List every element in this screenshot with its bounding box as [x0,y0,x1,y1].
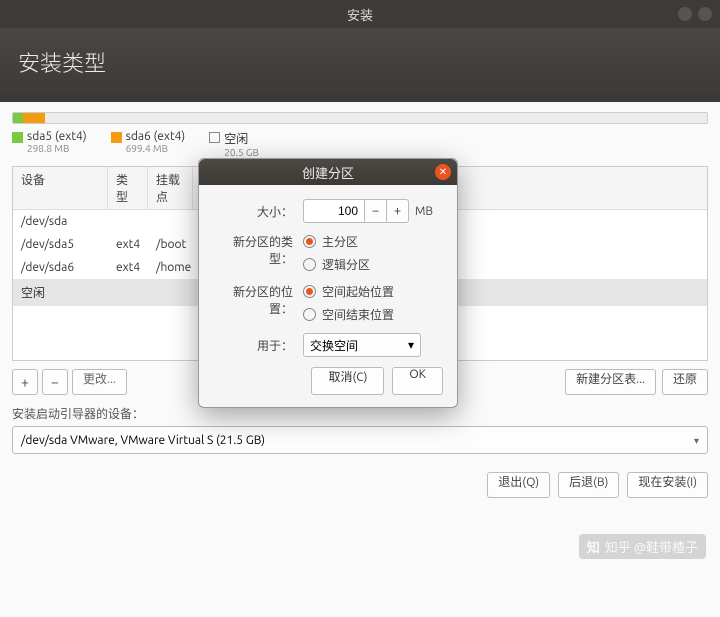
radio-label: 空间结束位置 [322,306,394,323]
chevron-down-icon [694,434,699,447]
form-row-size: 大小： − + MB [213,199,443,223]
form-row-type: 新分区的类型： 主分区 逻辑分区 [213,233,443,273]
cell-mount: /boot [148,236,193,253]
size-spinner: − + MB [303,199,433,223]
form-row-location: 新分区的位置： 空间起始位置 空间结束位置 [213,283,443,323]
revert-button[interactable]: 还原 [662,369,708,395]
size-label: 大小： [213,203,303,220]
cell-device: /dev/sda [13,213,108,230]
th-type[interactable]: 类型 [108,167,148,209]
legend-item-sda6: sda6 (ext4) 699.4 MB [111,130,186,158]
zhihu-logo-icon: 知 [587,537,600,556]
disk-usage-bar [12,112,708,124]
legend-size: 20.5 GB [224,147,259,158]
legend-color-icon [111,132,122,143]
radio-logical[interactable]: 逻辑分区 [303,256,370,273]
create-partition-dialog: 创建分区 ✕ 大小： − + MB 新分区的类型： 主分区 [198,158,458,408]
disk-legend: sda5 (ext4) 298.8 MB sda6 (ext4) 699.4 M… [12,130,708,158]
legend-checkbox-icon [209,132,220,143]
disk-segment-sda5 [13,113,23,123]
type-label: 新分区的类型： [213,233,303,267]
disk-segment-sda6 [23,113,45,123]
legend-item-sda5: sda5 (ext4) 298.8 MB [12,130,87,158]
size-unit: MB [415,205,433,218]
legend-item-free: 空闲 20.5 GB [209,130,259,158]
legend-size: 298.8 MB [27,143,87,154]
radio-loc-begin[interactable]: 空间起始位置 [303,283,394,300]
footer-buttons: 退出(Q) 后退(B) 现在安装(I) [12,472,708,498]
cell-type: ext4 [108,236,148,253]
window-title: 安装 [347,5,373,24]
th-device[interactable]: 设备 [13,167,108,209]
watermark-text: 知乎 @鞋带楂子 [605,537,698,556]
window-controls [678,7,712,21]
bootloader-value: /dev/sda VMware, VMware Virtual S (21.5 … [21,434,265,447]
radio-label: 逻辑分区 [322,256,370,273]
form-row-use: 用于： 交换空间 ▾ [213,333,443,357]
legend-label: 空闲 [224,130,259,147]
back-button[interactable]: 后退(B) [558,472,619,498]
size-decrement-button[interactable]: − [365,199,387,223]
th-mount[interactable]: 挂载点 [148,167,193,209]
close-icon: ✕ [439,166,447,178]
legend-size: 699.4 MB [126,143,186,154]
size-input[interactable] [303,199,365,223]
bootloader-select[interactable]: /dev/sda VMware, VMware Virtual S (21.5 … [12,426,708,454]
page-header: 安装类型 [0,28,720,102]
page-title: 安装类型 [18,46,702,78]
dialog-body: 大小： − + MB 新分区的类型： 主分区 逻辑分区 [199,185,457,407]
cell-type: ext4 [108,259,148,276]
radio-label: 空间起始位置 [322,283,394,300]
legend-label: sda5 (ext4) [27,130,87,143]
cell-mount: /home [148,259,193,276]
add-partition-button[interactable]: + [12,369,38,395]
dialog-titlebar: 创建分区 ✕ [199,159,457,185]
close-button[interactable] [698,7,712,21]
size-increment-button[interactable]: + [387,199,409,223]
location-label: 新分区的位置： [213,283,303,317]
dialog-buttons: 取消(C) OK [213,367,443,395]
window-titlebar: 安装 [0,0,720,28]
radio-primary[interactable]: 主分区 [303,233,370,250]
quit-button[interactable]: 退出(Q) [487,472,550,498]
dialog-title: 创建分区 [302,163,354,182]
use-as-select[interactable]: 交换空间 ▾ [303,333,421,357]
cell-device: 空闲 [13,282,108,303]
chevron-down-icon: ▾ [408,338,414,352]
radio-icon [303,308,316,321]
cell-device: /dev/sda6 [13,259,108,276]
new-partition-table-button[interactable]: 新建分区表... [565,369,656,395]
radio-label: 主分区 [322,233,358,250]
use-value: 交换空间 [310,337,358,354]
cancel-button[interactable]: 取消(C) [311,367,384,395]
legend-label: sda6 (ext4) [126,130,186,143]
radio-loc-end[interactable]: 空间结束位置 [303,306,394,323]
change-partition-button[interactable]: 更改... [72,369,127,395]
radio-icon [303,235,316,248]
legend-color-icon [12,132,23,143]
radio-icon [303,285,316,298]
radio-icon [303,258,316,271]
dialog-close-button[interactable]: ✕ [435,164,451,180]
remove-partition-button[interactable]: − [42,369,68,395]
disk-segment-free [45,113,707,123]
use-label: 用于： [213,337,303,354]
watermark: 知 知乎 @鞋带楂子 [579,534,706,559]
install-now-button[interactable]: 现在安装(I) [627,472,708,498]
minimize-button[interactable] [678,7,692,21]
ok-button[interactable]: OK [392,367,443,395]
cell-device: /dev/sda5 [13,236,108,253]
